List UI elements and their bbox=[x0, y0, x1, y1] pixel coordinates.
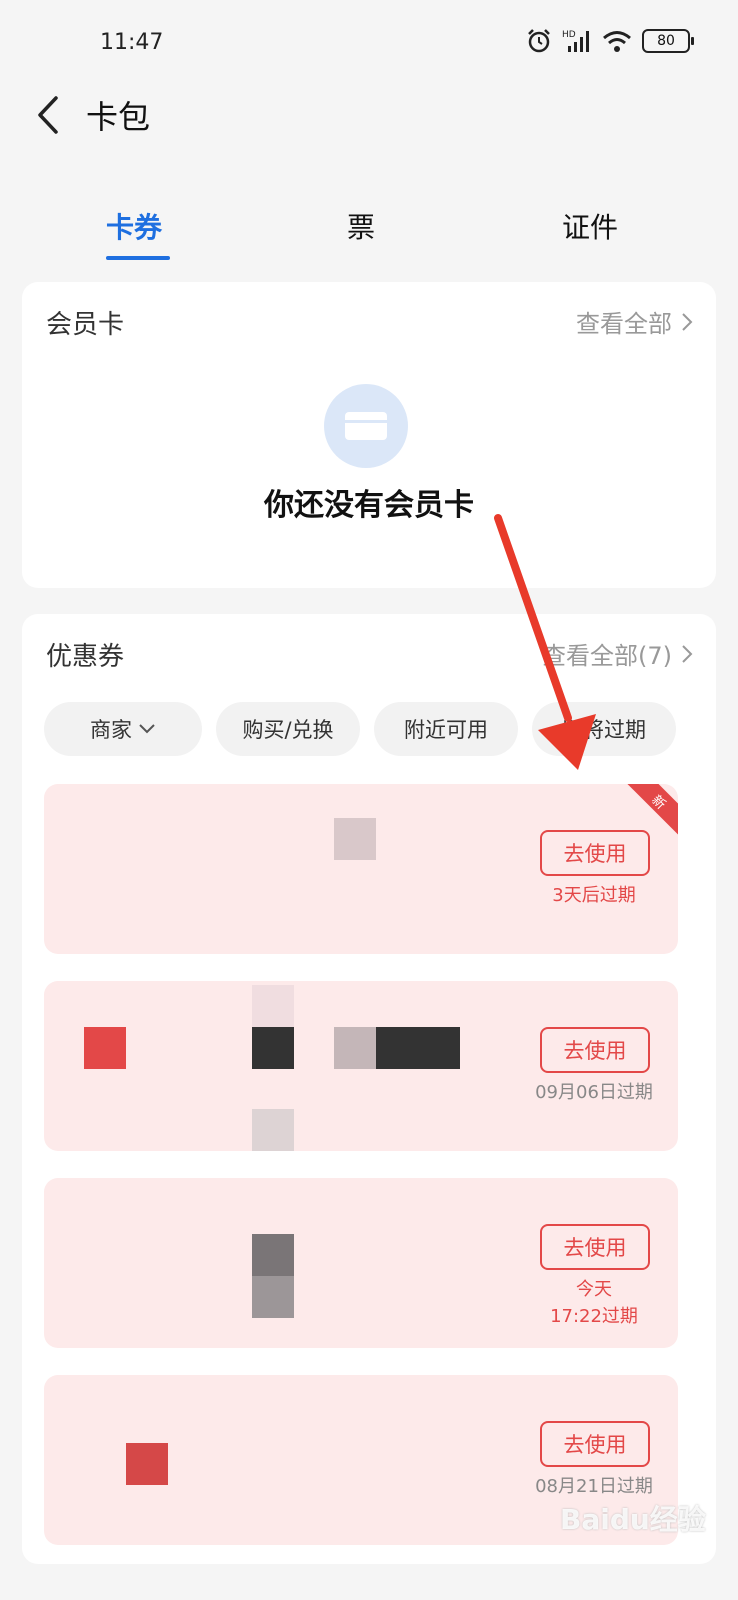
redacted-block bbox=[252, 1027, 294, 1069]
coupon-item[interactable]: 去使用 今天 17:22过期 bbox=[44, 1178, 678, 1348]
tab-bar: 卡券 票 证件 bbox=[0, 200, 738, 270]
membership-card-section: 会员卡 查看全部 你还没有会员卡 bbox=[22, 282, 716, 588]
signal-icon: HD bbox=[562, 30, 589, 52]
battery-icon: 80 bbox=[642, 29, 694, 53]
coupon-expiry: 09月06日过期 bbox=[535, 1082, 653, 1103]
chevron-right-icon bbox=[682, 312, 693, 331]
status-bar: 11:47 HD 80 bbox=[0, 0, 738, 90]
use-coupon-button[interactable]: 去使用 bbox=[540, 830, 650, 876]
card-placeholder-icon bbox=[324, 384, 408, 468]
filter-purchase-exchange[interactable]: 购买/兑换 bbox=[216, 702, 360, 756]
membership-title: 会员卡 bbox=[46, 310, 125, 340]
coupons-view-all-label: 查看全部(7) bbox=[542, 642, 672, 670]
header: 卡包 bbox=[0, 80, 738, 150]
coupons-title: 优惠券 bbox=[46, 642, 125, 672]
redacted-block bbox=[126, 1443, 168, 1485]
page-title: 卡包 bbox=[86, 98, 151, 136]
filter-purchase-label: 购买/兑换 bbox=[242, 718, 334, 742]
watermark: Baidu经验 bbox=[560, 1503, 706, 1536]
wifi-icon bbox=[603, 31, 631, 52]
redacted-block bbox=[334, 1027, 376, 1069]
redacted-block bbox=[252, 1276, 294, 1318]
back-arrow-icon[interactable] bbox=[30, 90, 70, 140]
coupon-item[interactable]: 去使用 09月06日过期 bbox=[44, 981, 678, 1151]
tab-documents[interactable]: 证件 bbox=[562, 206, 618, 246]
battery-level: 80 bbox=[657, 33, 675, 49]
svg-text:HD: HD bbox=[562, 30, 576, 40]
status-time: 11:47 bbox=[100, 30, 164, 55]
use-coupon-button[interactable]: 去使用 bbox=[540, 1027, 650, 1073]
coupon-expiry-line2: 17:22过期 bbox=[550, 1306, 638, 1327]
filter-merchant-label: 商家 bbox=[90, 718, 132, 742]
tab-coupons[interactable]: 卡券 bbox=[106, 206, 162, 246]
filter-nearby[interactable]: 附近可用 bbox=[374, 702, 518, 756]
use-coupon-button[interactable]: 去使用 bbox=[540, 1224, 650, 1270]
active-tab-indicator bbox=[106, 256, 170, 260]
filter-expiring-label: 即将过期 bbox=[562, 718, 646, 742]
redacted-block bbox=[252, 1234, 294, 1276]
coupon-expiry: 今天 17:22过期 bbox=[514, 1276, 674, 1330]
redacted-block bbox=[252, 1109, 294, 1151]
redacted-block bbox=[334, 818, 376, 860]
coupon-filter-chips: 商家 购买/兑换 附近可用 即将过期 bbox=[44, 702, 676, 756]
status-icons: HD 80 bbox=[526, 28, 694, 54]
alarm-icon bbox=[528, 29, 550, 53]
membership-view-all-link[interactable]: 查看全部 bbox=[576, 304, 694, 339]
coupon-expiry-line1: 今天 bbox=[576, 1279, 612, 1300]
coupons-section: 优惠券 查看全部(7) 商家 购买/兑换 附近可用 即将过期 新 去使用 3天后… bbox=[22, 614, 716, 1564]
chevron-down-icon bbox=[139, 724, 155, 734]
chevron-right-icon bbox=[682, 644, 693, 663]
use-coupon-button[interactable]: 去使用 bbox=[540, 1421, 650, 1467]
membership-view-all-label: 查看全部 bbox=[576, 310, 672, 338]
coupon-expiry: 3天后过期 bbox=[552, 885, 636, 906]
redacted-block bbox=[84, 1027, 126, 1069]
redacted-block bbox=[376, 1027, 460, 1069]
redacted-block bbox=[252, 985, 294, 1027]
filter-merchant[interactable]: 商家 bbox=[44, 702, 202, 756]
coupons-view-all-link[interactable]: 查看全部(7) bbox=[542, 636, 694, 671]
filter-nearby-label: 附近可用 bbox=[404, 718, 488, 742]
coupon-item[interactable]: 新 去使用 3天后过期 bbox=[44, 784, 678, 954]
coupon-expiry: 08月21日过期 bbox=[535, 1476, 653, 1497]
empty-membership-text: 你还没有会员卡 bbox=[264, 488, 474, 523]
tab-tickets[interactable]: 票 bbox=[347, 206, 375, 246]
filter-expiring[interactable]: 即将过期 bbox=[532, 702, 676, 756]
